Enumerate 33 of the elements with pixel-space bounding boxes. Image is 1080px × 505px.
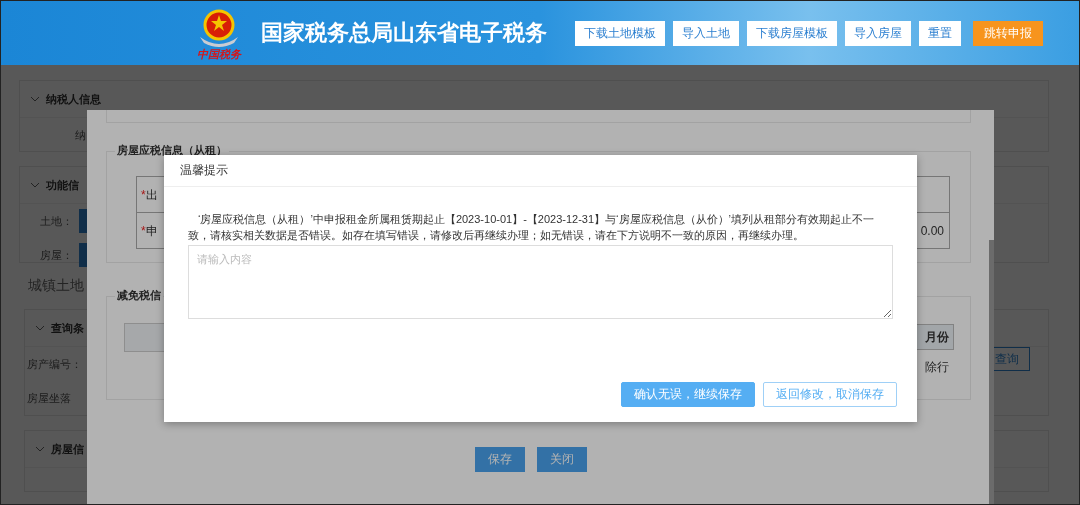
- chevron-down-icon: [35, 446, 45, 452]
- chevron-down-icon: [30, 182, 40, 188]
- logo-caption: 中国税务: [197, 49, 241, 59]
- section-title: 纳税人信息: [46, 91, 101, 107]
- section-title: 查询条: [51, 320, 84, 336]
- required-mark: *: [141, 188, 146, 202]
- required-mark: *: [141, 224, 146, 238]
- confirm-button[interactable]: 确认无误，继续保存: [621, 382, 755, 407]
- chevron-down-icon: [35, 325, 45, 331]
- site-title: 国家税务总局山东省电子税务: [261, 19, 548, 47]
- header-button[interactable]: 导入土地: [673, 20, 739, 46]
- chevron-down-icon: [30, 96, 40, 102]
- field-label: 申: [145, 224, 158, 238]
- section-title: 减免税信: [115, 288, 163, 303]
- amount-field[interactable]: 0.00: [919, 220, 945, 241]
- field-label: 房屋：: [40, 247, 73, 263]
- scrollbar[interactable]: [989, 240, 994, 504]
- dialog-title: 温馨提示: [164, 155, 917, 187]
- reason-field[interactable]: 请输入内容: [188, 245, 893, 319]
- header-button[interactable]: 导入房屋: [845, 20, 911, 46]
- modal-button[interactable]: 保存: [474, 447, 525, 472]
- delete-row-link[interactable]: 除行: [925, 359, 949, 376]
- field-label: 纳: [75, 127, 86, 143]
- header-button[interactable]: 下载土地模板: [575, 20, 665, 46]
- field-label: 出: [145, 188, 158, 202]
- cancel-button[interactable]: 返回修改，取消保存: [763, 382, 897, 407]
- modal-button[interactable]: 关闭: [536, 447, 587, 472]
- declare-button[interactable]: 跳转申报: [973, 20, 1043, 46]
- section-title: 房屋信: [51, 441, 84, 457]
- header-button[interactable]: 下载房屋模板: [747, 20, 837, 46]
- dialog-message: ‘房屋应税信息（从租）’中申报租金所属租赁期起止【2023-10-01】-【2023-12-31】与‘房屋应税信息（从价）’填列从租部分有效期起止不一致，请核实相关数据是否错误。如存在填写错误，请修改后再继续办理；如无错误，请在下方说明不一致的原因，再继续办理。: [188, 212, 875, 243]
- section-title: 功能信: [46, 177, 79, 193]
- header-button[interactable]: 重置: [919, 20, 961, 46]
